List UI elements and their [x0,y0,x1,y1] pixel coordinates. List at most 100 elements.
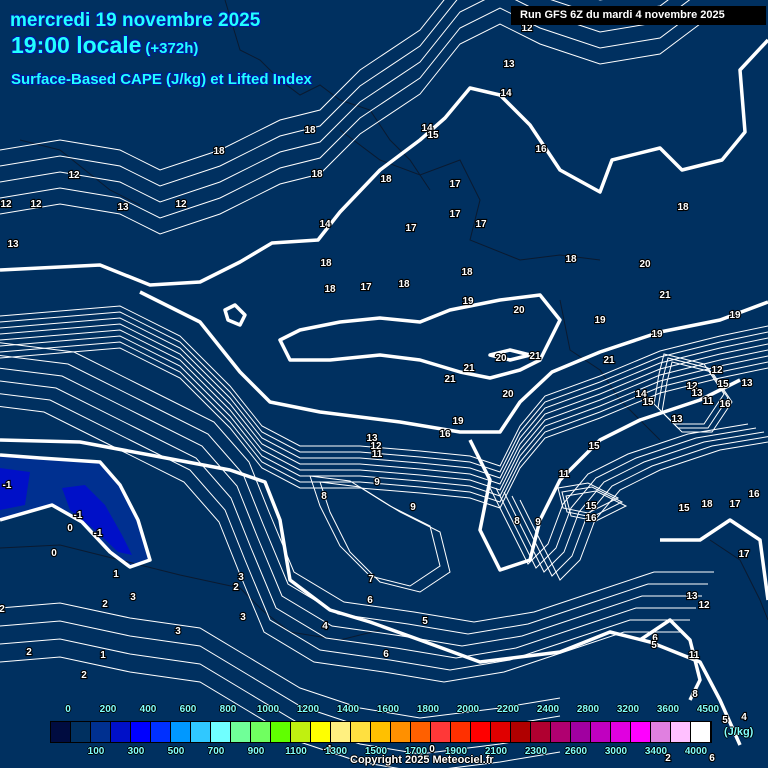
li-value-label: 2 [81,670,87,681]
weather-map-view: 12 12 12 13 12 13 18 18 18 18 17 17 17 17 14 18 18 17 18 18… [0,0,768,768]
colorbar-cell [231,722,251,742]
colorbar-cell [151,722,171,742]
colorbar-cell [511,722,531,742]
li-value-label: 3 [130,592,136,603]
colorbar-cell [591,722,611,742]
li-value-label: 13 [741,378,753,389]
colorbar-cell [431,722,451,742]
li-value-label: 13 [117,202,129,213]
li-contour [487,423,749,565]
colorbar-label: 2200 [496,704,520,715]
li-value-label: 19 [462,296,474,307]
colorbar-label: 300 [127,746,145,757]
li-value-label: 6 [709,753,715,764]
colorbar-label: 1200 [296,704,320,715]
li-value-label: -1 [3,480,12,491]
li-contour [503,431,765,573]
colorbar-cell [471,722,491,742]
colorbar-label: 3200 [616,704,640,715]
li-value-label: 2 [26,647,32,658]
colorbar-label: 1300 [324,746,348,757]
copyright: Copyright 2025 Meteociel.fr [350,754,494,766]
colorbar-label: 2600 [564,746,588,757]
colorbar-label: 2400 [536,704,560,715]
li-value-label: 2 [233,582,239,593]
li-value-labels: 1212 12 13 1213181818 18 17171717141818 17 1818… [0,22,761,765]
li-value-label: 12 [30,199,42,210]
colorbar-cell [631,722,651,742]
map-title: Surface-Based CAPE (J/kg) et Lifted Inde… [11,71,312,88]
li-value-label: 15 [427,130,439,141]
li-value-label: 8 [692,689,698,700]
li-value-label: 14 [500,88,512,99]
colorbar-label: 4000 [684,746,708,757]
li-value-label: 7 [368,574,374,585]
li-value-label: 18 [320,258,332,269]
li-value-label: 17 [360,282,372,293]
li-value-label: 18 [701,499,713,510]
colorbar-cell [551,722,571,742]
colorbar-label: 2000 [456,704,480,715]
li-value-label: 15 [678,503,690,514]
colorbar-cell [171,722,191,742]
colorbar-cell [531,722,551,742]
li-value-label: 21 [603,355,615,366]
li-value-label: 15 [585,501,597,512]
colorbar-label: 1400 [336,704,360,715]
forecast-time: 19:00 locale (+372h) [11,32,198,59]
li-value-label: 14 [319,219,331,230]
li-value-label: 18 [677,202,689,213]
colorbar-cell [311,722,331,742]
li-value-label: 17 [729,499,741,510]
li-value-label: 12 [698,600,710,611]
colorbar-cell [331,722,351,742]
li-value-label: 5 [722,715,728,726]
colorbar-cell [671,722,691,742]
colorbar-cell [51,722,71,742]
forecast-date: mercredi 19 novembre 2025 [10,10,261,31]
li-value-label: -1 [94,528,103,539]
li-value-label: 20 [495,353,507,364]
li-value-label: 21 [463,363,475,374]
li-value-label: 4 [741,712,747,723]
li-value-label: 5 [422,616,428,627]
li-value-label: 17 [449,209,461,220]
li-value-label: 18 [398,279,410,290]
colorbar-cell [251,722,271,742]
colorbar-cell [491,722,511,742]
colorbar-label: 1600 [376,704,400,715]
colorbar-label: 0 [65,704,71,715]
li-value-label: 12 [711,365,723,376]
colorbar-cell [371,722,391,742]
li-value-label: 3 [238,572,244,583]
li-value-label: 19 [452,416,464,427]
li-value-label: -1 [74,510,83,521]
li-value-label: 13 [7,239,19,250]
li-value-label: 8 [321,491,327,502]
li-value-label: 21 [659,290,671,301]
li-value-label: 17 [738,549,750,560]
li-value-label: 15 [717,379,729,390]
colorbar-label: 400 [139,704,157,715]
colorbar-cell [291,722,311,742]
colorbar-cell [71,722,91,742]
colorbar-label: 200 [99,704,117,715]
li-value-label: 5 [651,640,657,651]
colorbar-label: 100 [87,746,105,757]
colorbar-cell [411,722,431,742]
colorbar-cell [391,722,411,742]
li-value-label: 16 [719,399,731,410]
li-value-label: 18 [324,284,336,295]
li-value-label: 0 [67,523,73,534]
li-value-label: 17 [475,219,487,230]
li-value-label: 16 [748,489,760,500]
li-value-label: 2 [102,599,108,610]
li-value-label: 13 [503,59,515,70]
li-value-label: 16 [535,144,547,155]
li-value-label: 16 [585,513,597,524]
li-value-label: 17 [449,179,461,190]
colorbar-cell [451,722,471,742]
li-value-label: 21 [444,374,456,385]
li-value-label: 20 [502,389,514,400]
colorbar-label: 700 [207,746,225,757]
